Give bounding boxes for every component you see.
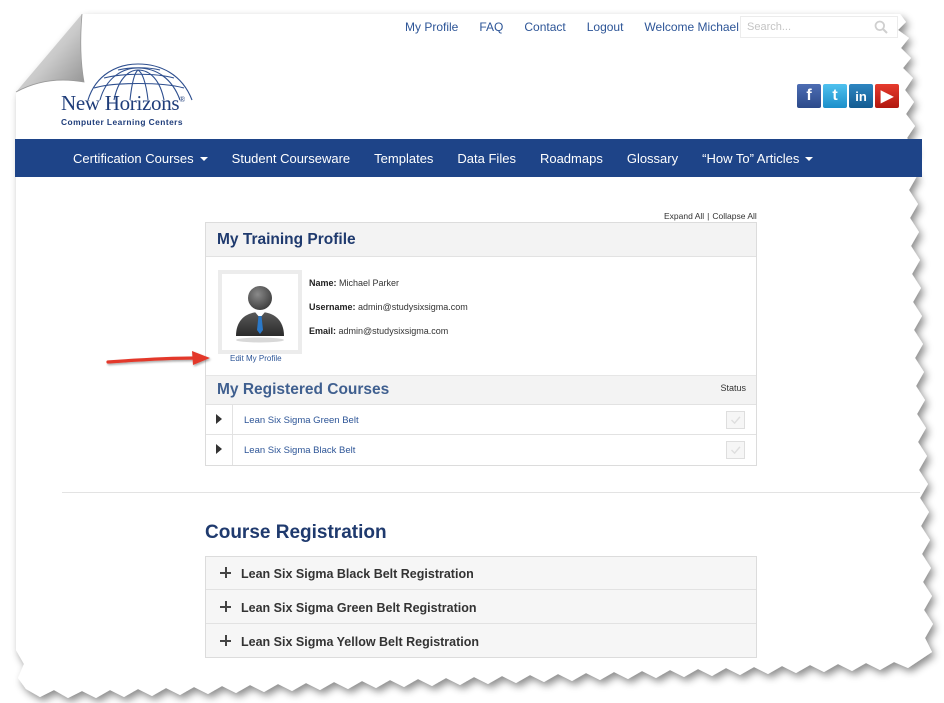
nav-how-to-articles[interactable]: “How To” Articles <box>702 150 814 166</box>
email-label: Email: <box>309 326 337 336</box>
table-row: Lean Six Sigma Black Belt <box>206 435 756 465</box>
logo-name: New Horizons <box>61 91 180 115</box>
course-registration-accordion: Lean Six Sigma Black Belt Registration L… <box>205 556 757 658</box>
utility-nav: My Profile FAQ Contact Logout Welcome Mi… <box>405 18 760 36</box>
user-avatar-icon <box>236 286 284 343</box>
triangle-right-icon <box>216 414 222 424</box>
course-registration-title: Course Registration <box>205 522 387 543</box>
nav-certification-courses[interactable]: Certification Courses <box>73 151 208 166</box>
registered-courses-header[interactable]: My Registered Courses Status <box>206 375 756 405</box>
faq-link[interactable]: FAQ <box>479 20 503 34</box>
course-link[interactable]: Lean Six Sigma Green Belt <box>244 415 359 426</box>
course-link[interactable]: Lean Six Sigma Black Belt <box>244 445 355 456</box>
search-input[interactable] <box>747 19 869 35</box>
avatar <box>218 270 302 354</box>
collapse-all-link[interactable]: Collapse All <box>712 211 756 221</box>
nav-roadmaps[interactable]: Roadmaps <box>540 151 603 166</box>
registration-label: Lean Six Sigma Black Belt Registration <box>241 567 474 581</box>
table-row: Lean Six Sigma Green Belt <box>206 405 756 435</box>
profile-email-line: Email: admin@studysixsigma.com <box>309 326 448 336</box>
nav-label: Student Courseware <box>231 150 351 166</box>
caret-down-icon <box>805 156 814 161</box>
youtube-icon[interactable]: ▶ <box>875 84 899 108</box>
profile-username-line: Username: admin@studysixsigma.com <box>309 302 468 312</box>
training-profile-panel: My Training Profile Edit My Profile Name… <box>205 222 757 466</box>
contact-link[interactable]: Contact <box>524 20 565 34</box>
nav-glossary[interactable]: Glossary <box>627 151 678 166</box>
registration-item[interactable]: Lean Six Sigma Black Belt Registration <box>206 557 756 590</box>
nav-label: Data Files <box>457 150 516 166</box>
nav-label: Certification Courses <box>73 150 194 166</box>
plus-icon <box>220 601 231 612</box>
nav-label: Roadmaps <box>539 150 603 166</box>
annotation-arrow-icon <box>106 351 210 365</box>
expand-row-toggle[interactable] <box>206 405 233 435</box>
registration-label: Lean Six Sigma Green Belt Registration <box>241 601 477 615</box>
training-profile-title: My Training Profile <box>217 230 356 248</box>
search-icon[interactable] <box>874 20 888 34</box>
plus-icon <box>220 635 231 646</box>
logo-registered-mark: ® <box>179 95 186 104</box>
training-profile-header[interactable]: My Training Profile <box>206 223 756 257</box>
registration-item[interactable]: Lean Six Sigma Yellow Belt Registration <box>206 625 756 658</box>
caret-down-icon <box>199 156 208 161</box>
username-label: Username: <box>309 302 356 312</box>
my-profile-link[interactable]: My Profile <box>405 20 458 34</box>
name-label: Name: <box>309 278 337 288</box>
email-value: admin@studysixsigma.com <box>338 326 449 336</box>
username-value: admin@studysixsigma.com <box>358 302 468 312</box>
logout-link[interactable]: Logout <box>587 20 624 34</box>
registered-courses-title: My Registered Courses <box>217 381 390 398</box>
twitter-icon[interactable]: t <box>823 84 847 108</box>
nav-templates[interactable]: Templates <box>374 151 433 166</box>
registration-label: Lean Six Sigma Yellow Belt Registration <box>241 635 480 649</box>
section-divider <box>62 492 920 493</box>
search-box <box>740 16 898 38</box>
plus-icon <box>220 567 231 578</box>
nav-data-files[interactable]: Data Files <box>457 151 516 166</box>
nav-label: “How To” Articles <box>702 150 800 166</box>
social-links: f t in ▶ <box>797 84 901 108</box>
checkmark-icon <box>726 441 745 459</box>
separator: | <box>707 211 710 221</box>
expand-collapse-controls: Expand All | Collapse All <box>664 211 757 221</box>
checkmark-icon <box>726 411 745 429</box>
registration-item[interactable]: Lean Six Sigma Green Belt Registration <box>206 591 756 624</box>
status-column-header: Status <box>720 383 746 393</box>
expand-row-toggle[interactable] <box>206 435 233 465</box>
triangle-right-icon <box>216 444 222 454</box>
nav-student-courseware[interactable]: Student Courseware <box>232 151 351 166</box>
logo-tagline: Computer Learning Centers <box>61 117 184 127</box>
nav-label: Templates <box>374 150 434 166</box>
logo-wordmark: New Horizons® <box>61 91 185 116</box>
nav-label: Glossary <box>626 150 679 166</box>
name-value: Michael Parker <box>339 278 400 288</box>
edit-profile-link[interactable]: Edit My Profile <box>230 354 282 363</box>
facebook-icon[interactable]: f <box>797 84 821 108</box>
linkedin-icon[interactable]: in <box>849 84 873 108</box>
new-horizons-logo[interactable]: New Horizons® Computer Learning Centers <box>58 62 198 132</box>
profile-name-line: Name: Michael Parker <box>309 278 399 288</box>
expand-all-link[interactable]: Expand All <box>664 211 704 221</box>
main-nav: Certification Courses Student Courseware… <box>15 139 922 177</box>
welcome-user-link[interactable]: Welcome Michael <box>644 20 738 34</box>
